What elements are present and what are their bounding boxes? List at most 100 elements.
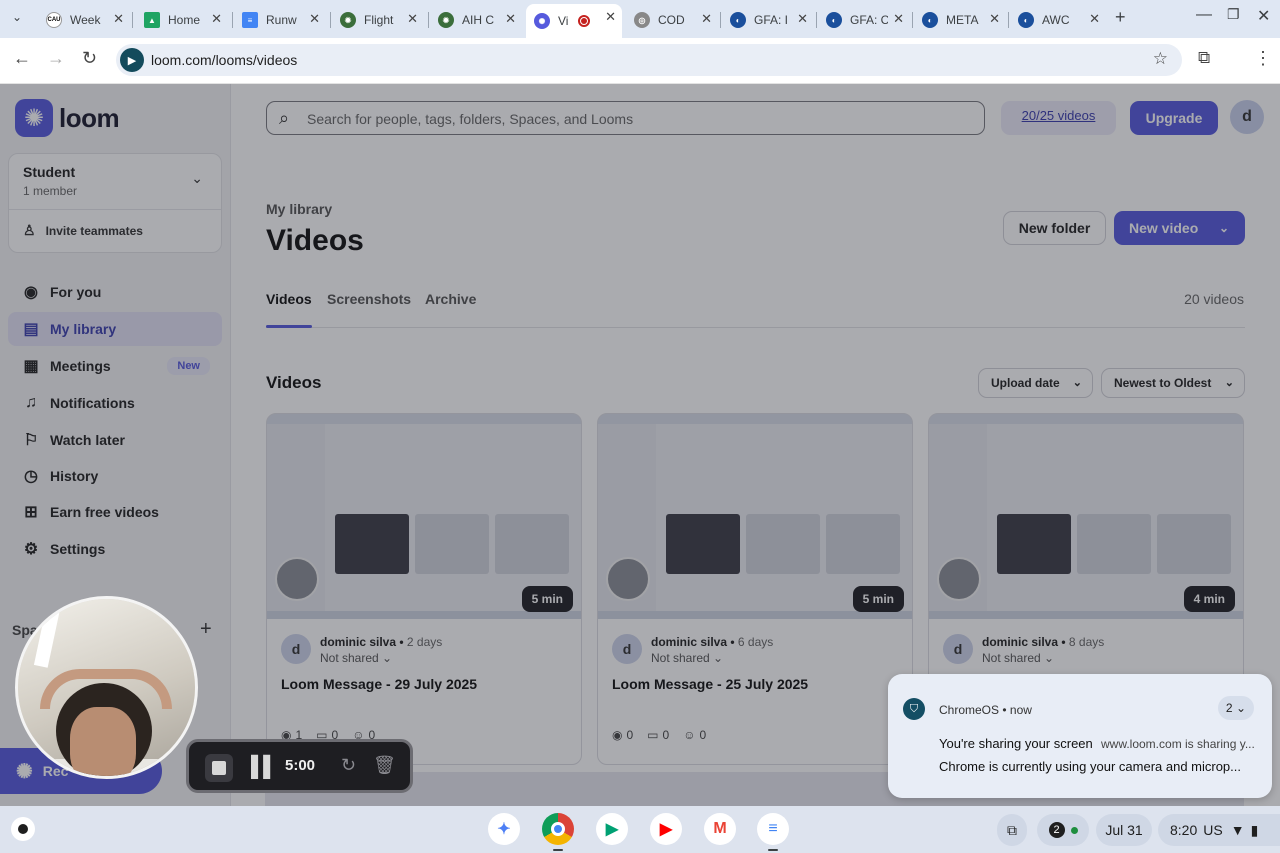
browser-tab-active[interactable]: ✺ Vi ✕	[526, 4, 622, 38]
sidebar-item-history[interactable]: ◷ History	[8, 459, 222, 493]
back-icon[interactable]: ←	[13, 48, 31, 69]
sidebar-item-notifications[interactable]: ♫ Notifications	[8, 386, 222, 420]
sort-order-dropdown[interactable]: Newest to Oldest ⌄	[1101, 368, 1245, 398]
browser-tab[interactable]: ✹ AIH C ✕	[430, 6, 522, 34]
browser-tab[interactable]: ✹ Flight ✕	[332, 6, 424, 34]
minimize-icon[interactable]: —	[1196, 6, 1212, 24]
close-window-icon[interactable]: ✕	[1257, 6, 1270, 26]
tab-videos[interactable]: Videos	[266, 291, 312, 307]
menu-kebab-icon[interactable]: ⋮	[1254, 48, 1272, 69]
video-card[interactable]: 5 min d dominic silva • 2 days Not share…	[266, 413, 582, 765]
tab-archive[interactable]: Archive	[425, 291, 476, 307]
close-icon[interactable]: ✕	[989, 11, 1000, 27]
restart-icon[interactable]: ↻	[341, 755, 356, 776]
reload-icon[interactable]: ↻	[82, 48, 97, 69]
screen-capture-icon[interactable]: ⧉	[997, 814, 1027, 846]
video-thumbnail[interactable]: 5 min	[267, 414, 581, 619]
duration-badge: 5 min	[852, 586, 904, 612]
video-thumbnail[interactable]: 5 min	[598, 414, 912, 619]
share-status-dropdown[interactable]: Not shared ⌄	[320, 651, 392, 665]
browser-tab[interactable]: CAU Week ✕	[38, 6, 130, 34]
browser-tab[interactable]: ◎ COD ✕	[626, 6, 718, 34]
sidebar-item-for-you[interactable]: ◉ For you	[8, 275, 222, 309]
browser-tab[interactable]: ▲ Home ✕	[136, 6, 228, 34]
address-bar[interactable]: ▶ loom.com/looms/videos ☆	[116, 44, 1182, 76]
trash-icon[interactable]: 🗑	[373, 755, 396, 776]
close-icon[interactable]: ✕	[701, 11, 712, 27]
bookmark-star-icon[interactable]: ☆	[1153, 49, 1168, 69]
workspace-switcher[interactable]: Student 1 member ⌄ ♙ Invite teammates	[8, 153, 222, 253]
recording-timer: 5:00	[285, 757, 316, 774]
address-url[interactable]: loom.com/looms/videos	[151, 52, 297, 68]
breadcrumb: My library	[266, 201, 333, 217]
browser-tab[interactable]: ≡ Runw ✕	[234, 6, 326, 34]
tab-screenshots[interactable]: Screenshots	[327, 291, 411, 307]
video-quota[interactable]: 20/25 videos	[1001, 101, 1116, 135]
noaa-icon: ◐	[1018, 12, 1034, 28]
invite-teammates-button[interactable]: ♙ Invite teammates	[23, 222, 143, 239]
avatar[interactable]: d	[1230, 100, 1264, 134]
status-tray[interactable]: 8:20 US ▼ ▮	[1158, 814, 1280, 846]
upgrade-button[interactable]: Upgrade	[1130, 101, 1218, 135]
chrome-icon[interactable]	[542, 813, 574, 845]
new-tab-plus-icon[interactable]: +	[1115, 7, 1126, 28]
gemini-icon[interactable]: ✦	[488, 813, 520, 845]
youtube-icon[interactable]: ▶	[650, 813, 682, 845]
date-tray[interactable]: Jul 31	[1096, 814, 1152, 846]
loom-logo[interactable]: ✺ loom	[15, 99, 120, 137]
close-icon[interactable]: ✕	[113, 11, 124, 27]
google-docs-icon[interactable]: ≡	[757, 813, 789, 845]
browser-tab[interactable]: ◐ GFA: C ✕	[818, 6, 910, 34]
new-folder-button[interactable]: New folder	[1003, 211, 1106, 245]
sidebar-item-watch-later[interactable]: ⚐ Watch later	[8, 423, 222, 457]
close-icon[interactable]: ✕	[505, 11, 516, 27]
browser-tab[interactable]: ◐ AWC ✕	[1010, 6, 1106, 34]
restore-icon[interactable]: ❐	[1227, 6, 1240, 23]
share-status-dropdown[interactable]: Not shared ⌄	[982, 651, 1054, 665]
notification-subtitle: www.loom.com is sharing y...	[1101, 737, 1255, 751]
video-thumbnail[interactable]: 4 min	[929, 414, 1243, 619]
forward-icon[interactable]: →	[47, 48, 65, 69]
notification-group-toggle[interactable]: 2 ⌄	[1217, 696, 1254, 720]
extensions-icon[interactable]: ⧉	[1198, 48, 1210, 68]
new-video-button[interactable]: New video ⌄	[1114, 211, 1245, 245]
share-status-dropdown[interactable]: Not shared ⌄	[651, 651, 723, 665]
system-notification[interactable]: ⛉ ChromeOS • now 2 ⌄ You're sharing your…	[888, 674, 1272, 798]
share-status: Not shared	[651, 651, 710, 665]
sidebar-item-meetings[interactable]: ▦ Meetings New	[8, 349, 222, 383]
browser-tab[interactable]: ◐ META ✕	[914, 6, 1006, 34]
chevron-down-icon[interactable]: ⌄	[191, 170, 203, 187]
stop-recording-button[interactable]	[205, 754, 233, 782]
tab-search-chevron-icon[interactable]: ⌄	[12, 10, 22, 24]
tab-title: COD	[658, 13, 685, 27]
search-input[interactable]	[307, 108, 967, 130]
play-store-icon[interactable]: ▶	[596, 813, 628, 845]
sidebar-item-settings[interactable]: ⚙ Settings	[8, 532, 222, 566]
seal-icon: ✹	[438, 12, 454, 28]
close-icon[interactable]: ✕	[309, 11, 320, 27]
sidebar-item-my-library[interactable]: ▤ My library	[8, 312, 222, 346]
close-icon[interactable]: ✕	[893, 11, 904, 27]
camera-bubble[interactable]	[15, 596, 198, 779]
browser-tab[interactable]: ◐ GFA: I ✕	[722, 6, 814, 34]
video-count: 20 videos	[1184, 291, 1244, 307]
video-title[interactable]: Loom Message - 29 July 2025	[281, 676, 477, 692]
close-icon[interactable]: ✕	[1089, 11, 1100, 27]
gmail-icon[interactable]: M	[704, 813, 736, 845]
launcher-icon[interactable]	[11, 817, 35, 841]
video-title[interactable]: Loom Message - 25 July 2025	[612, 676, 808, 692]
reaction-count: 0	[699, 728, 707, 742]
notification-tray[interactable]: 2	[1037, 814, 1089, 846]
pause-icon[interactable]: ▌▌	[251, 756, 277, 779]
search-bar[interactable]: ⌕	[266, 101, 985, 135]
close-icon[interactable]: ✕	[211, 11, 222, 27]
close-icon[interactable]: ✕	[407, 11, 418, 27]
sidebar-item-earn-free-videos[interactable]: ⊞ Earn free videos	[8, 495, 222, 529]
video-card[interactable]: 5 min d dominic silva • 6 days Not share…	[597, 413, 913, 765]
close-icon[interactable]: ✕	[605, 9, 616, 25]
sort-field-dropdown[interactable]: Upload date ⌄	[978, 368, 1093, 398]
add-space-plus-icon[interactable]: +	[200, 618, 212, 641]
site-info-icon[interactable]: ▶	[120, 48, 144, 72]
close-icon[interactable]: ✕	[797, 11, 808, 27]
brand-name: loom	[59, 102, 120, 133]
